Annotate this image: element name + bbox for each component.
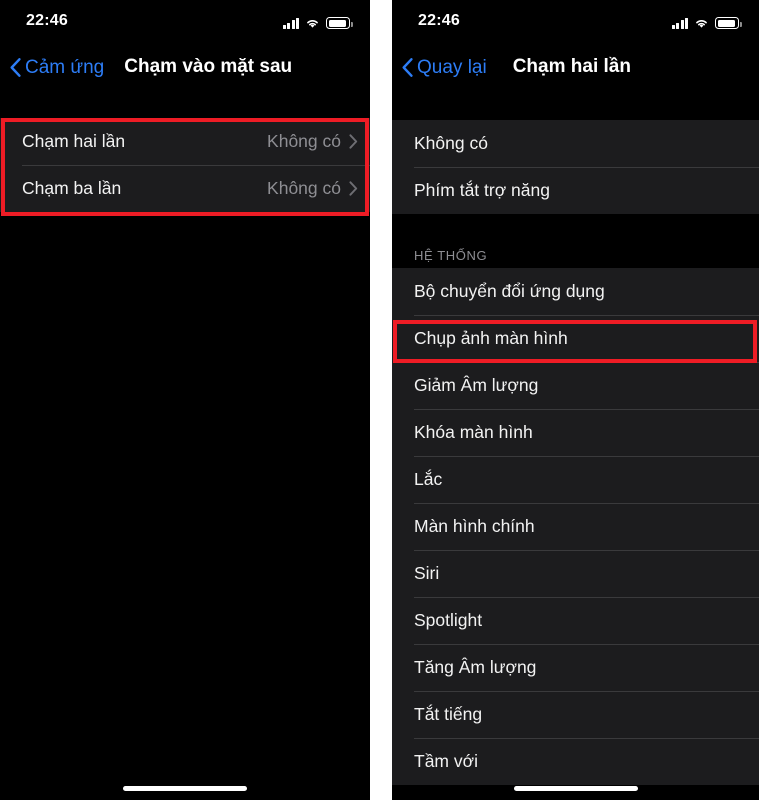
list-item-label: Không có bbox=[414, 133, 488, 153]
list-item-label: Spotlight bbox=[414, 610, 483, 630]
chevron-left-icon bbox=[402, 57, 413, 77]
wifi-icon bbox=[694, 17, 709, 29]
page-title: Chạm hai lần bbox=[512, 56, 631, 77]
list-item-label: Chạm hai lần bbox=[22, 131, 126, 151]
list-item-label: Siri bbox=[414, 563, 440, 583]
list-item-label: Bộ chuyển đổi ứng dụng bbox=[414, 281, 605, 301]
chevron-left-icon bbox=[10, 57, 21, 77]
list-item-label: Giảm Âm lượng bbox=[414, 375, 539, 395]
status-bar-icons bbox=[282, 13, 353, 29]
home-indicator[interactable] bbox=[123, 786, 247, 791]
list-item-value: Không có bbox=[267, 178, 341, 198]
list-item-label: Chạm ba lần bbox=[22, 178, 122, 198]
list-item-mute[interactable]: Tắt tiếng bbox=[392, 691, 759, 738]
list-item-screenshot[interactable]: Chụp ảnh màn hình bbox=[392, 315, 759, 362]
back-tap-settings-group: Chạm hai lần Không có Chạm ba lần Không … bbox=[0, 118, 370, 212]
dual-screenshot-container: 22:46 Cảm ứng Chạm vào mặt sau Chạm hai … bbox=[0, 0, 759, 800]
list-item-siri[interactable]: Siri bbox=[392, 550, 759, 597]
list-item-label: Khóa màn hình bbox=[414, 422, 533, 442]
list-item-label: Phím tắt trợ năng bbox=[414, 180, 550, 200]
system-actions-group: Bộ chuyển đổi ứng dụng Chụp ảnh màn hình… bbox=[392, 268, 759, 785]
list-item-triple-tap[interactable]: Chạm ba lần Không có bbox=[0, 165, 370, 212]
list-item-double-tap[interactable]: Chạm hai lần Không có bbox=[0, 118, 370, 165]
list-item-volume-up[interactable]: Tăng Âm lượng bbox=[392, 644, 759, 691]
top-spacer bbox=[392, 90, 759, 120]
battery-icon bbox=[326, 17, 353, 29]
cellular-signal-icon bbox=[282, 17, 299, 29]
list-item-volume-down[interactable]: Giảm Âm lượng bbox=[392, 362, 759, 409]
list-item-lock-screen[interactable]: Khóa màn hình bbox=[392, 409, 759, 456]
list-item-none[interactable]: Không có bbox=[392, 120, 759, 167]
top-spacer bbox=[0, 90, 370, 118]
list-item-label: Màn hình chính bbox=[414, 516, 535, 536]
status-bar: 22:46 bbox=[392, 0, 759, 44]
page-title: Chạm vào mặt sau bbox=[124, 56, 293, 77]
right-phone-screen: 22:46 Quay lại Chạm hai lần Không có Phí… bbox=[392, 0, 759, 800]
home-indicator[interactable] bbox=[513, 786, 638, 791]
list-item-label: Chụp ảnh màn hình bbox=[414, 328, 568, 348]
status-bar-time: 22:46 bbox=[26, 12, 68, 29]
back-button-label: Quay lại bbox=[417, 56, 487, 78]
navigation-bar: Cảm ứng Chạm vào mặt sau bbox=[0, 44, 370, 90]
cellular-signal-icon bbox=[671, 17, 688, 29]
list-item-label: Tăng Âm lượng bbox=[414, 657, 537, 677]
chevron-right-icon bbox=[349, 134, 358, 149]
status-bar-icons bbox=[671, 13, 742, 29]
battery-icon bbox=[715, 17, 742, 29]
section-header-system: HỆ THỐNG bbox=[392, 214, 759, 268]
list-item-label: Tắt tiếng bbox=[414, 704, 483, 724]
shortcut-options-group: Không có Phím tắt trợ năng bbox=[392, 120, 759, 214]
list-item-shake[interactable]: Lắc bbox=[392, 456, 759, 503]
status-bar-time: 22:46 bbox=[418, 12, 460, 29]
list-item-reachability[interactable]: Tầm với bbox=[392, 738, 759, 785]
navigation-bar: Quay lại Chạm hai lần bbox=[392, 44, 759, 90]
back-button-label: Cảm ứng bbox=[25, 56, 105, 78]
list-item-accessibility-shortcut[interactable]: Phím tắt trợ năng bbox=[392, 167, 759, 214]
back-button[interactable]: Cảm ứng bbox=[0, 58, 104, 77]
wifi-icon bbox=[305, 17, 320, 29]
chevron-right-icon bbox=[349, 181, 358, 196]
left-phone-screen: 22:46 Cảm ứng Chạm vào mặt sau Chạm hai … bbox=[0, 0, 370, 800]
status-bar: 22:46 bbox=[0, 0, 370, 44]
list-item-value: Không có bbox=[267, 131, 341, 151]
list-item-home-screen[interactable]: Màn hình chính bbox=[392, 503, 759, 550]
list-item-app-switcher[interactable]: Bộ chuyển đổi ứng dụng bbox=[392, 268, 759, 315]
list-item-label: Lắc bbox=[414, 469, 443, 489]
back-button[interactable]: Quay lại bbox=[392, 58, 487, 77]
list-item-spotlight[interactable]: Spotlight bbox=[392, 597, 759, 644]
list-item-label: Tầm với bbox=[414, 751, 478, 771]
